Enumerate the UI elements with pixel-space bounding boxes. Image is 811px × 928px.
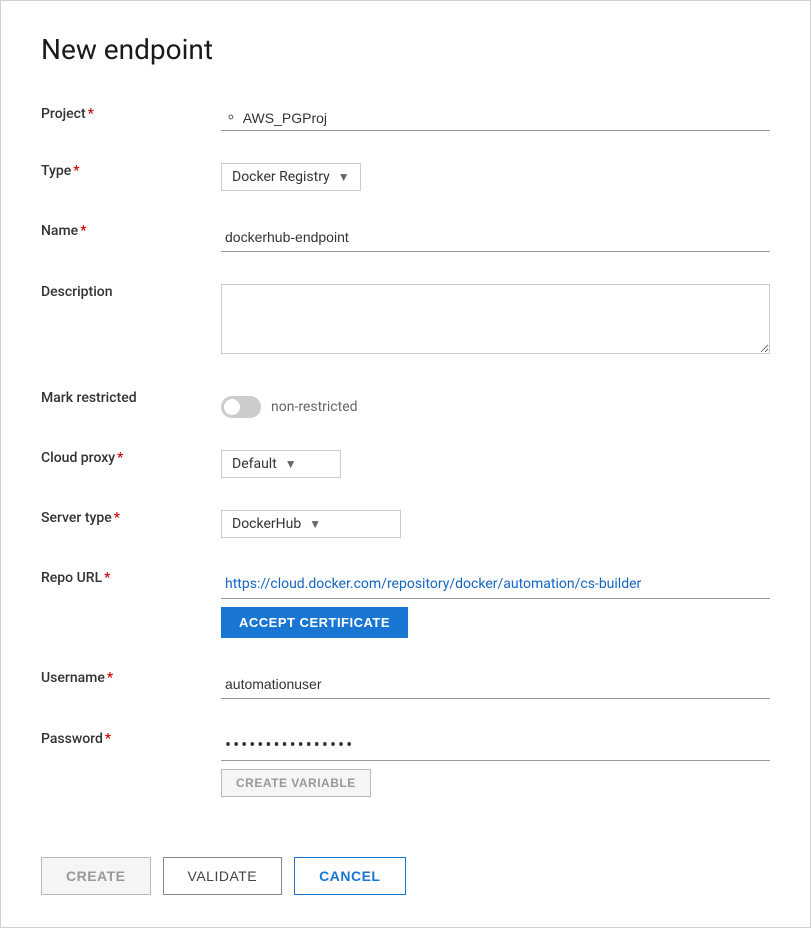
mark-restricted-label: Mark restricted <box>41 382 221 426</box>
type-row: Type* Docker Registry ▼ <box>41 155 770 199</box>
repo-url-value: https://cloud.docker.com/repository/dock… <box>221 570 770 599</box>
footer: CREATE VALIDATE CANCEL <box>41 841 770 895</box>
type-select[interactable]: Docker Registry ▼ <box>221 163 361 191</box>
password-label: Password* <box>41 723 221 805</box>
project-label: Project* <box>41 98 221 139</box>
required-star: * <box>105 731 111 747</box>
description-label: Description <box>41 276 221 366</box>
chevron-down-icon: ▼ <box>309 517 321 531</box>
name-row: Name* <box>41 215 770 260</box>
name-label: Name* <box>41 215 221 260</box>
password-dots: •••••••••••••••• <box>221 731 770 761</box>
mark-restricted-row: Mark restricted non-restricted <box>41 382 770 426</box>
search-icon: ⚬ <box>225 110 237 126</box>
accept-certificate-button[interactable]: ACCEPT CERTIFICATE <box>221 607 408 638</box>
cloud-proxy-select[interactable]: Default ▼ <box>221 450 341 478</box>
required-star: * <box>107 670 113 686</box>
server-type-value: DockerHub <box>232 516 301 532</box>
username-input[interactable] <box>221 670 770 699</box>
chevron-down-icon: ▼ <box>338 170 350 184</box>
cancel-button[interactable]: CANCEL <box>294 857 405 895</box>
toggle-wrapper: non-restricted <box>221 390 770 418</box>
required-star: * <box>73 163 79 179</box>
form-table: Project* ⚬ Type* Docker Registry <box>41 98 770 805</box>
username-label: Username* <box>41 662 221 707</box>
project-input[interactable] <box>243 110 766 126</box>
cloud-proxy-row: Cloud proxy* Default ▼ <box>41 442 770 486</box>
page-title: New endpoint <box>41 33 770 66</box>
server-type-row: Server type* DockerHub ▼ <box>41 502 770 546</box>
password-row: Password* •••••••••••••••• CREATE VARIAB… <box>41 723 770 805</box>
project-row: Project* ⚬ <box>41 98 770 139</box>
create-button[interactable]: CREATE <box>41 857 151 895</box>
description-row: Description <box>41 276 770 366</box>
description-input[interactable] <box>221 284 770 354</box>
validate-button[interactable]: VALIDATE <box>163 857 283 895</box>
required-star: * <box>88 106 94 122</box>
required-star: * <box>104 570 110 586</box>
required-star: * <box>114 510 120 526</box>
repo-url-label: Repo URL* <box>41 562 221 646</box>
required-star: * <box>117 450 123 466</box>
name-input[interactable] <box>221 223 770 252</box>
username-row: Username* <box>41 662 770 707</box>
create-variable-button[interactable]: CREATE VARIABLE <box>221 769 371 797</box>
type-label: Type* <box>41 155 221 199</box>
new-endpoint-dialog: New endpoint Project* ⚬ Type* <box>0 0 811 928</box>
server-type-select[interactable]: DockerHub ▼ <box>221 510 401 538</box>
restricted-toggle[interactable] <box>221 396 261 418</box>
chevron-down-icon: ▼ <box>285 457 297 471</box>
cloud-proxy-value: Default <box>232 456 277 472</box>
type-value: Docker Registry <box>232 169 330 185</box>
toggle-slider <box>221 396 261 418</box>
required-star: * <box>80 223 86 239</box>
toggle-label: non-restricted <box>271 399 358 415</box>
server-type-label: Server type* <box>41 502 221 546</box>
project-input-wrapper[interactable]: ⚬ <box>221 106 770 131</box>
cloud-proxy-label: Cloud proxy* <box>41 442 221 486</box>
repo-url-row: Repo URL* https://cloud.docker.com/repos… <box>41 562 770 646</box>
